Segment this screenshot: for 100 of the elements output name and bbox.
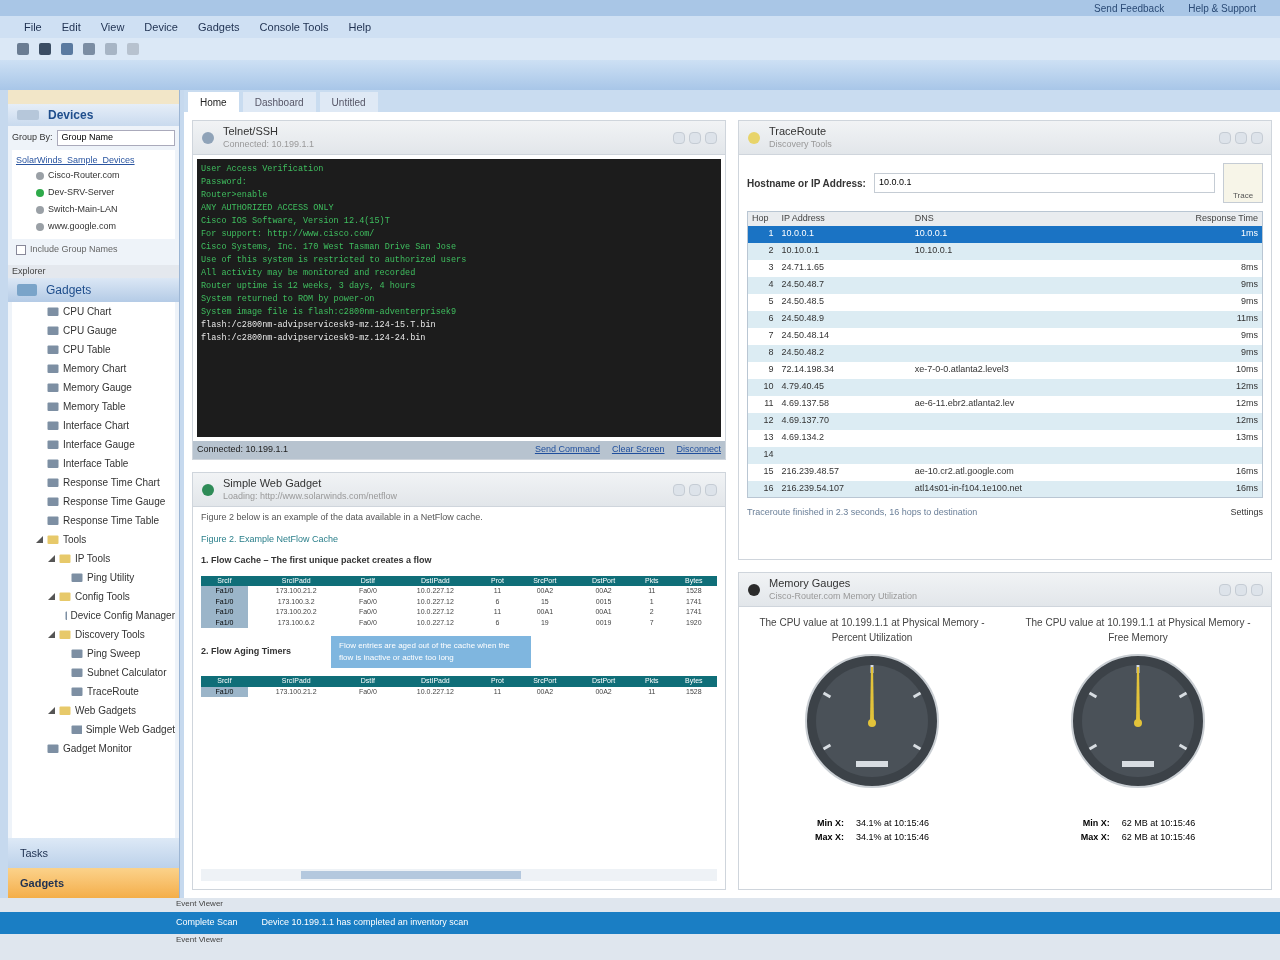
checkbox[interactable]: [16, 244, 26, 255]
menu-item[interactable]: Edit: [61, 18, 81, 36]
menu-item[interactable]: Gadgets: [198, 18, 240, 36]
header-link[interactable]: Send Feedback: [1094, 0, 1165, 16]
tab[interactable]: Home: [188, 92, 239, 112]
window-control-icon[interactable]: [1219, 131, 1231, 144]
tree-item[interactable]: Memory Table: [63, 399, 126, 414]
table-cell: 1ms: [1128, 225, 1263, 243]
tree-item[interactable]: Interface Table: [63, 456, 129, 471]
section-heading: 2. Flow Aging Timers: [201, 645, 291, 659]
status-text: Connected: 10.199.1.1: [197, 443, 290, 457]
device-name[interactable]: www.google.com: [48, 219, 117, 234]
table-cell: ae-10.cr2.atl.google.com: [910, 463, 1129, 481]
tree-item[interactable]: CPU Gauge: [63, 323, 117, 338]
horizontal-scrollbar[interactable]: [201, 869, 717, 881]
expand-toggle-icon[interactable]: [48, 593, 55, 600]
tree-item[interactable]: Subnet Calculator: [87, 665, 167, 680]
panel-subtitle: Cisco-Router.com Memory Utilization: [769, 590, 919, 602]
window-control-icon[interactable]: [689, 131, 701, 144]
device-name[interactable]: Cisco-Router.com: [48, 168, 120, 183]
tree-item[interactable]: Discovery Tools: [75, 627, 145, 642]
window-control-icon[interactable]: [705, 483, 717, 496]
tree-item[interactable]: Interface Gauge: [63, 437, 135, 452]
window-control-icon[interactable]: [673, 483, 685, 496]
tree-item[interactable]: Memory Gauge: [63, 380, 132, 395]
tree-item[interactable]: Ping Sweep: [87, 646, 141, 661]
tree-item[interactable]: IP Tools: [75, 551, 111, 566]
table-cell: 16: [747, 480, 778, 498]
host-input-field[interactable]: 10.0.0.1: [873, 173, 1215, 193]
tree-item[interactable]: Web Gadgets: [75, 703, 136, 718]
tab[interactable]: Untitled: [319, 92, 378, 112]
nav-button[interactable]: Gadgets: [8, 868, 179, 898]
column-header[interactable]: IP Address: [777, 211, 911, 226]
nav-button[interactable]: Tasks: [8, 838, 179, 868]
menu-item[interactable]: Help: [348, 18, 372, 36]
gauge-caption: The CPU value at 10.199.1.1 at Physical Memory - Percent Utilization: [758, 616, 986, 645]
tree-item[interactable]: Config Tools: [75, 589, 130, 604]
expand-toggle-icon[interactable]: [48, 555, 55, 562]
terminal-line: All activity may be monitored and recorded: [201, 267, 417, 280]
expand-toggle-icon[interactable]: [48, 631, 55, 638]
menu-item[interactable]: Console Tools: [259, 18, 329, 36]
tree-item[interactable]: Device Config Manager: [70, 608, 175, 623]
window-control-icon[interactable]: [1251, 131, 1263, 144]
menu-item[interactable]: Device: [144, 18, 178, 36]
trace-button[interactable]: Trace: [1223, 163, 1263, 203]
tree-item[interactable]: SolarWinds_Sample_Devices: [16, 153, 171, 167]
stat-value: 34.1% at 10:15:46: [855, 830, 930, 844]
tab[interactable]: Dashboard: [242, 92, 316, 112]
tree-item[interactable]: TraceRoute: [87, 684, 139, 699]
window-control-icon[interactable]: [1251, 583, 1263, 596]
group-by-dropdown[interactable]: Group Name: [56, 130, 175, 146]
toolbar-icon[interactable]: [38, 42, 52, 56]
menu-item[interactable]: File: [24, 18, 42, 36]
tree-item[interactable]: Response Time Chart: [63, 475, 160, 490]
table-cell: 9ms: [1128, 293, 1263, 311]
device-name[interactable]: Dev-SRV-Server: [48, 185, 115, 200]
window-control-icon[interactable]: [689, 483, 701, 496]
table-cell: 12ms: [1128, 378, 1263, 396]
column-header[interactable]: Hop: [747, 211, 778, 226]
status-link[interactable]: Clear Screen: [611, 443, 665, 457]
tree-item[interactable]: Memory Chart: [63, 361, 127, 376]
panel-subtitle: Discovery Tools: [769, 138, 833, 150]
tree-item[interactable]: Response Time Gauge: [63, 494, 166, 509]
tree-item[interactable]: CPU Chart: [63, 304, 112, 319]
status-link[interactable]: Disconnect: [676, 443, 721, 457]
toolbar-icon[interactable]: [60, 42, 74, 56]
window-control-icon[interactable]: [705, 131, 717, 144]
toolbar-icon[interactable]: [16, 42, 30, 56]
window-control-icon[interactable]: [1235, 131, 1247, 144]
table-cell: 72.14.198.34: [777, 361, 911, 379]
table-cell: 24.71.1.65: [777, 259, 911, 277]
table-cell: 10ms: [1128, 361, 1263, 379]
table-cell: 12: [747, 412, 778, 430]
table-cell: 9ms: [1128, 344, 1263, 362]
tree-item[interactable]: Response Time Table: [63, 513, 159, 528]
tree-item[interactable]: Gadget Monitor: [63, 741, 132, 756]
menu-item[interactable]: View: [100, 18, 125, 36]
stat-value: 62 MB at 10:15:46: [1121, 830, 1196, 844]
window-control-icon[interactable]: [673, 131, 685, 144]
group-by-label: Group By:: [12, 131, 53, 144]
table-cell: 4.69.134.2: [777, 429, 911, 447]
header-link[interactable]: Help & Support: [1188, 0, 1256, 16]
folder-icon: [59, 591, 71, 602]
column-header[interactable]: Response Time: [1128, 211, 1263, 226]
tree-item[interactable]: CPU Table: [63, 342, 111, 357]
window-control-icon[interactable]: [1235, 583, 1247, 596]
tree-item[interactable]: Simple Web Gadget: [85, 722, 175, 737]
tree-item[interactable]: Tools: [63, 532, 87, 547]
table-cell: 13ms: [1128, 429, 1263, 447]
window-control-icon[interactable]: [1219, 583, 1231, 596]
settings-link[interactable]: Settings: [1230, 506, 1263, 520]
expand-toggle-icon[interactable]: [48, 707, 55, 714]
stat-label: Max X:: [1080, 830, 1110, 844]
tree-item[interactable]: Ping Utility: [87, 570, 135, 585]
event-row[interactable]: Complete Scan Device 10.199.1.1 has completed an inventory scan: [0, 912, 1280, 934]
expand-toggle-icon[interactable]: [36, 536, 43, 543]
status-link[interactable]: Send Command: [534, 443, 600, 457]
column-header[interactable]: DNS: [910, 211, 1129, 226]
tree-item[interactable]: Interface Chart: [63, 418, 130, 433]
device-name[interactable]: Switch-Main-LAN: [48, 202, 118, 217]
